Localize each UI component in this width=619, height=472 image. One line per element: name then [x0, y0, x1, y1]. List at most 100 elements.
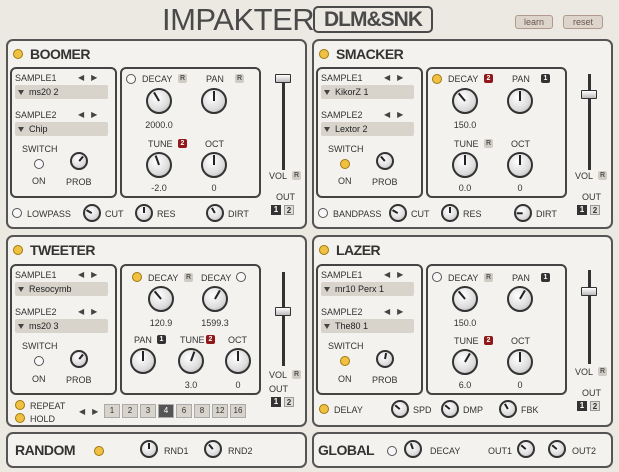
- global-out2-knob[interactable]: [548, 440, 566, 458]
- lazer-switch-led[interactable]: [340, 356, 350, 366]
- boomer-decay-led[interactable]: [126, 74, 136, 84]
- lazer-out2-button[interactable]: 2: [590, 401, 600, 411]
- boomer-decay-r[interactable]: R: [178, 74, 187, 83]
- tweeter-sample1-arrows[interactable]: ◀▶: [78, 270, 104, 279]
- boomer-res-knob[interactable]: [135, 204, 153, 222]
- lazer-decay-knob[interactable]: [452, 286, 478, 312]
- smacker-sample1-arrows[interactable]: ◀▶: [384, 73, 410, 82]
- tweeter-vol-slider[interactable]: [275, 307, 291, 316]
- lazer-sample2-arrows[interactable]: ◀▶: [384, 307, 410, 316]
- tweeter-switch-led[interactable]: [34, 356, 44, 366]
- tweeter-repeat-step-2[interactable]: 2: [122, 404, 138, 418]
- smacker-vol-r[interactable]: R: [598, 171, 607, 180]
- lazer-tune-knob[interactable]: [452, 349, 478, 375]
- boomer-cut-knob[interactable]: [83, 204, 101, 222]
- tweeter-sample1-select[interactable]: Resocymb: [15, 282, 108, 296]
- lazer-sample1-arrows[interactable]: ◀▶: [384, 270, 410, 279]
- smacker-sample1-select[interactable]: KikorZ 1: [321, 85, 414, 99]
- boomer-oct-knob[interactable]: [201, 152, 227, 178]
- tweeter-repeat-step-1[interactable]: 1: [104, 404, 120, 418]
- boomer-filter-led[interactable]: [12, 208, 22, 218]
- boomer-sample2-select[interactable]: Chip: [15, 122, 108, 136]
- random-enable-led[interactable]: [94, 446, 104, 456]
- smacker-vol-slider[interactable]: [581, 90, 597, 99]
- tweeter-repeat-step-6[interactable]: 6: [176, 404, 192, 418]
- lazer-decay-r[interactable]: R: [484, 273, 493, 282]
- global-decay-knob[interactable]: [404, 440, 422, 458]
- lazer-out1-button[interactable]: 1: [577, 401, 587, 411]
- tweeter-vol-r[interactable]: R: [292, 370, 301, 379]
- smacker-decay-badge[interactable]: 2: [484, 74, 493, 83]
- smacker-filter-led[interactable]: [318, 208, 328, 218]
- lazer-vol-slider[interactable]: [581, 287, 597, 296]
- boomer-enable-led[interactable]: [13, 49, 23, 59]
- smacker-pan-knob[interactable]: [507, 88, 533, 114]
- boomer-pan-r[interactable]: R: [235, 74, 244, 83]
- boomer-out2-button[interactable]: 2: [284, 205, 294, 215]
- boomer-switch-led[interactable]: [34, 159, 44, 169]
- boomer-vol-slider[interactable]: [275, 74, 291, 83]
- lazer-enable-led[interactable]: [319, 245, 329, 255]
- global-decay-led[interactable]: [387, 446, 397, 456]
- tweeter-decay2-knob[interactable]: [202, 286, 228, 312]
- smacker-out1-button[interactable]: 1: [577, 205, 587, 215]
- tweeter-sample2-select[interactable]: ms20 3: [15, 319, 108, 333]
- tweeter-hold-led[interactable]: [15, 413, 25, 423]
- tweeter-enable-led[interactable]: [13, 245, 23, 255]
- smacker-tune-r[interactable]: R: [484, 139, 493, 148]
- lazer-pan-badge[interactable]: 1: [541, 273, 550, 282]
- lazer-dmp-knob[interactable]: [441, 400, 459, 418]
- tweeter-pan-knob[interactable]: [130, 348, 156, 374]
- tweeter-repeat-step-8[interactable]: 8: [194, 404, 210, 418]
- tweeter-prob-knob[interactable]: [70, 350, 88, 368]
- tweeter-step-arrows[interactable]: ◀▶: [79, 407, 105, 416]
- global-out1-knob[interactable]: [517, 440, 535, 458]
- lazer-oct-knob[interactable]: [507, 349, 533, 375]
- tweeter-out1-button[interactable]: 1: [271, 397, 281, 407]
- smacker-cut-knob[interactable]: [389, 204, 407, 222]
- smacker-enable-led[interactable]: [319, 49, 329, 59]
- boomer-vol-r[interactable]: R: [292, 171, 301, 180]
- smacker-prob-knob[interactable]: [376, 152, 394, 170]
- smacker-dirt-knob[interactable]: [514, 204, 532, 222]
- tweeter-decay2-led[interactable]: [236, 272, 246, 282]
- smacker-switch-led[interactable]: [340, 159, 350, 169]
- boomer-out1-button[interactable]: 1: [271, 205, 281, 215]
- lazer-sample1-select[interactable]: mr10 Perx 1: [321, 282, 414, 296]
- smacker-sample2-select[interactable]: Lextor 2: [321, 122, 414, 136]
- boomer-sample1-select[interactable]: ms20 2: [15, 85, 108, 99]
- smacker-tune-knob[interactable]: [452, 152, 478, 178]
- boomer-tune-badge[interactable]: 2: [178, 139, 187, 148]
- boomer-tune-knob[interactable]: [146, 152, 172, 178]
- smacker-decay-knob[interactable]: [452, 88, 478, 114]
- lazer-decay-led[interactable]: [432, 272, 442, 282]
- learn-button[interactable]: learn: [515, 15, 553, 29]
- smacker-decay-led[interactable]: [432, 74, 442, 84]
- tweeter-oct-knob[interactable]: [225, 348, 251, 374]
- random-rnd2-knob[interactable]: [204, 440, 222, 458]
- lazer-spd-knob[interactable]: [391, 400, 409, 418]
- smacker-sample2-arrows[interactable]: ◀▶: [384, 110, 410, 119]
- tweeter-repeat-step-16[interactable]: 16: [230, 404, 246, 418]
- random-rnd1-knob[interactable]: [140, 440, 158, 458]
- smacker-out2-button[interactable]: 2: [590, 205, 600, 215]
- tweeter-tune-badge[interactable]: 2: [206, 335, 215, 344]
- tweeter-repeat-led[interactable]: [15, 400, 25, 410]
- lazer-tune-badge[interactable]: 2: [484, 336, 493, 345]
- boomer-prob-knob[interactable]: [70, 152, 88, 170]
- tweeter-tune-knob[interactable]: [178, 348, 204, 374]
- reset-button[interactable]: reset: [563, 15, 603, 29]
- boomer-dirt-knob[interactable]: [206, 204, 224, 222]
- boomer-decay-knob[interactable]: [146, 88, 172, 114]
- lazer-prob-knob[interactable]: [376, 350, 394, 368]
- boomer-sample1-arrows[interactable]: ◀▶: [78, 73, 104, 82]
- tweeter-pan-badge[interactable]: 1: [157, 335, 166, 344]
- smacker-oct-knob[interactable]: [507, 152, 533, 178]
- boomer-pan-knob[interactable]: [201, 88, 227, 114]
- tweeter-repeat-step-12[interactable]: 12: [212, 404, 228, 418]
- lazer-delay-led[interactable]: [319, 404, 329, 414]
- tweeter-decay1-r[interactable]: R: [184, 273, 193, 282]
- boomer-sample2-arrows[interactable]: ◀▶: [78, 110, 104, 119]
- smacker-res-knob[interactable]: [441, 204, 459, 222]
- lazer-fbk-knob[interactable]: [499, 400, 517, 418]
